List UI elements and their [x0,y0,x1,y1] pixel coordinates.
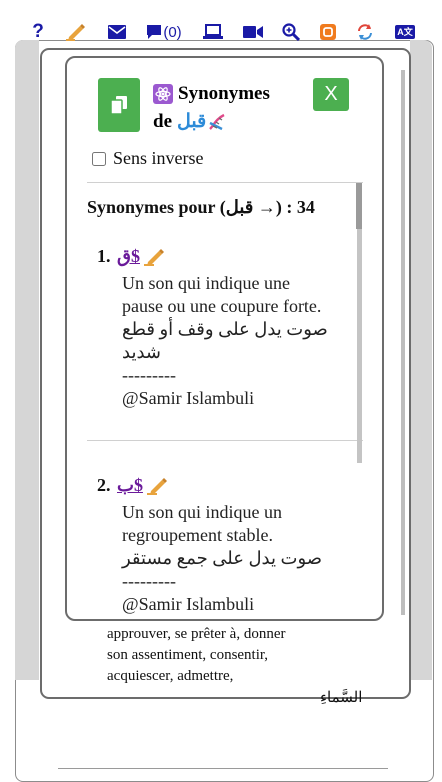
entry-description: Un son qui indique une pause ou une coup… [122,272,362,410]
zoom-icon[interactable] [282,22,300,42]
entry-text-fr: Un son qui indique un [122,502,282,522]
list-header: Synonymes pour (قبل →) : 34 [87,197,315,217]
entry-text-fr: Un son qui indique une [122,273,290,293]
entry-text-fr: regroupement stable. [122,525,273,545]
entry-author: @Samir Islambuli [122,388,255,408]
synonyms-dialog: Synonymes de قبل X Sens inverse Synonyme… [65,56,384,621]
entry-text-fr: pause ou une coupure forte. [122,296,322,316]
background-synonym-text: approuver, se prêter à, donner son assen… [107,624,337,687]
mail-icon[interactable] [108,22,126,42]
entry-text-ar: صوت يدل على جمع مستقر [122,548,323,568]
dialog-title: Synonymes de قبل [153,80,303,136]
inverse-toggle[interactable]: Sens inverse [92,148,203,169]
laptop-icon[interactable] [203,22,223,42]
refresh-icon[interactable] [356,22,374,42]
entry-dashes: --------- [122,365,176,385]
atom-icon [153,84,173,104]
entry-dashes: --------- [122,571,176,591]
entry-author: @Samir Islambuli [122,594,255,614]
list-item: 2. $ب Un son qui indique un regroupement… [87,475,363,619]
close-button[interactable]: X [313,78,349,111]
inverse-label: Sens inverse [113,148,204,168]
entry-description: Un son qui indique un regroupement stabl… [122,501,362,616]
entry-number: 1. [97,246,111,266]
background-arabic-word: السَّماءِ [320,690,363,706]
dna-icon [209,113,225,131]
blogger-icon[interactable] [320,22,336,42]
copy-button[interactable] [98,78,140,132]
inverse-checkbox[interactable] [92,151,106,166]
background-overlay-right [410,40,432,680]
help-icon[interactable]: ? [30,21,46,42]
list-item: 1. $ق Un son qui indique une pause ou un… [87,246,363,436]
copy-icon [111,96,127,114]
synonyms-list: Synonymes pour (قبل →) : 34 1. $ق Un son… [87,183,363,619]
entry-link[interactable]: $ب [117,475,169,496]
edit-icon [143,248,164,266]
list-scrollbar-thumb[interactable] [356,183,362,229]
entry-number: 2. [97,475,111,495]
dialog-title-text: Synonymes [178,83,270,104]
edit-icon[interactable] [66,22,86,42]
comments-icon[interactable]: (0) [146,22,182,42]
background-overlay-left [15,40,39,680]
background-text-line: acquiescer, admettre, [107,668,234,684]
background-text-line: son assentiment, consentir, [107,647,269,663]
translate-icon[interactable]: A文 [394,22,416,42]
video-icon[interactable] [243,22,263,42]
comments-count: (0) [163,23,182,41]
divider [87,440,363,441]
top-toolbar: ? (0) A文 [0,0,442,42]
background-text-line: approuver, se prêter à, donner [107,626,286,642]
background-scrollbar[interactable] [401,70,405,615]
divider [58,768,388,769]
dialog-title-arabic: قبل [177,111,207,132]
dialog-title-de: de [153,111,172,132]
entry-link[interactable]: $ق [117,246,166,267]
edit-icon [146,477,167,495]
entry-link-text: $ق [117,246,140,266]
entry-text-ar: صوت يدل على وقف أو قطع شديد [122,319,328,362]
entry-link-text: $ب [117,475,143,495]
